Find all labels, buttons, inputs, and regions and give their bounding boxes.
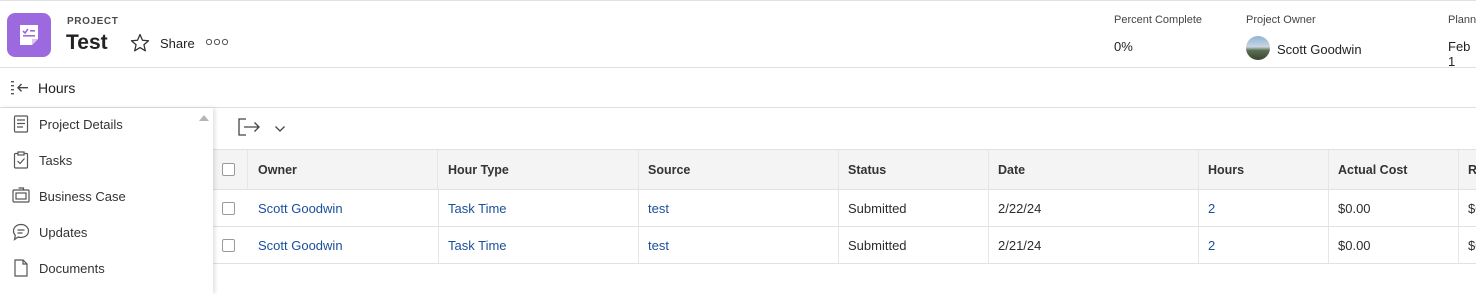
status-cell: Submitted xyxy=(838,227,989,263)
project-header: PROJECT Test Share Percent Complete 0% P… xyxy=(0,0,1476,69)
extra-cost-cell: $0 xyxy=(1468,237,1476,253)
source-cell: test xyxy=(638,227,839,263)
hours-link[interactable]: 2 xyxy=(1208,238,1215,253)
select-all-cell xyxy=(213,150,248,189)
project-icon xyxy=(7,13,51,57)
chat-bubble-icon xyxy=(11,222,31,242)
sidebar-item-updates[interactable]: Updates xyxy=(0,216,200,248)
project-owner-field: Project Owner Scott Goodwin xyxy=(1246,14,1362,60)
project-kicker: PROJECT xyxy=(67,16,119,27)
avatar xyxy=(1246,36,1270,60)
page-title: Test xyxy=(66,31,108,54)
row-checkbox[interactable] xyxy=(222,201,235,215)
sidebar-item-tasks[interactable]: Tasks xyxy=(0,144,200,176)
sidebar-item-label: Updates xyxy=(39,224,88,240)
column-header-status[interactable]: Status xyxy=(838,150,989,189)
source-link[interactable]: test xyxy=(648,238,669,253)
status-cell: Submitted xyxy=(838,190,989,226)
hour-type-link[interactable]: Task Time xyxy=(448,201,507,216)
sidebar-item-label: Business Case xyxy=(39,188,126,204)
column-header-re[interactable]: Re xyxy=(1458,150,1476,189)
business-case-icon xyxy=(11,186,31,206)
row-checkbox[interactable] xyxy=(222,238,235,252)
section-bar: Hours xyxy=(0,68,1476,108)
hour-type-link[interactable]: Task Time xyxy=(448,238,507,253)
project-owner-value[interactable]: Scott Goodwin xyxy=(1277,42,1362,57)
date-cell: 2/21/24 xyxy=(988,227,1199,263)
actual-cost-cell: $0.00 xyxy=(1328,227,1459,263)
select-all-checkbox[interactable] xyxy=(222,163,235,176)
owner-cell: Scott Goodwin xyxy=(248,227,439,263)
column-header-date[interactable]: Date xyxy=(988,150,1199,189)
sidebar-item-label: Tasks xyxy=(39,152,73,168)
clipboard-check-icon xyxy=(11,150,31,170)
owner-link[interactable]: Scott Goodwin xyxy=(258,238,343,253)
hours-table: Owner Hour Type Source Status Date Hours… xyxy=(213,149,1476,264)
project-owner-label: Project Owner xyxy=(1246,14,1316,26)
column-header-hours[interactable]: Hours xyxy=(1198,150,1329,189)
sidebar-item-label: Project Details xyxy=(39,116,123,132)
extra-cost-cell: $0 xyxy=(1468,200,1476,216)
actual-cost-cell: $0.00 xyxy=(1328,190,1459,226)
favorite-star-icon[interactable] xyxy=(128,31,152,55)
sidebar: Project Details Tasks Business Case Upda… xyxy=(0,108,213,294)
collapse-sidebar-icon[interactable] xyxy=(10,79,30,97)
export-icon[interactable] xyxy=(237,117,261,137)
percent-complete-field: Percent Complete 0% xyxy=(1114,14,1202,54)
hour-type-cell: Task Time xyxy=(438,190,639,226)
document-list-icon xyxy=(11,114,31,134)
table-row[interactable]: Scott Goodwin Task Time test Submitted 2… xyxy=(213,227,1476,264)
percent-complete-value: 0% xyxy=(1114,39,1133,54)
owner-link[interactable]: Scott Goodwin xyxy=(258,201,343,216)
section-title: Hours xyxy=(38,80,76,96)
hour-type-cell: Task Time xyxy=(438,227,639,263)
sidebar-item-documents[interactable]: Documents xyxy=(0,252,200,284)
hours-link[interactable]: 2 xyxy=(1208,201,1215,216)
planned-date-value: Feb 1 xyxy=(1448,39,1471,69)
share-button[interactable]: Share xyxy=(160,36,195,51)
date-cell: 2/22/24 xyxy=(988,190,1199,226)
column-header-source[interactable]: Source xyxy=(638,150,839,189)
sidebar-item-project-details[interactable]: Project Details xyxy=(0,108,200,140)
table-row[interactable]: Scott Goodwin Task Time test Submitted 2… xyxy=(213,190,1476,227)
hours-cell: 2 xyxy=(1198,190,1329,226)
source-cell: test xyxy=(638,190,839,226)
source-link[interactable]: test xyxy=(648,201,669,216)
scroll-up-icon[interactable] xyxy=(199,115,209,121)
planned-date-label: Plann xyxy=(1448,14,1476,26)
document-icon xyxy=(11,258,31,278)
column-header-actual-cost[interactable]: Actual Cost xyxy=(1328,150,1459,189)
table-header: Owner Hour Type Source Status Date Hours… xyxy=(213,149,1476,190)
column-header-owner[interactable]: Owner xyxy=(248,150,438,189)
sidebar-item-label: Documents xyxy=(39,260,105,276)
more-options-icon[interactable] xyxy=(205,34,229,50)
percent-complete-label: Percent Complete xyxy=(1114,14,1203,26)
planned-date-field: Plann Feb 1 xyxy=(1448,14,1476,69)
chevron-down-icon[interactable] xyxy=(273,122,287,136)
column-header-hour-type[interactable]: Hour Type xyxy=(438,150,639,189)
owner-cell: Scott Goodwin xyxy=(248,190,439,226)
sidebar-item-business-case[interactable]: Business Case xyxy=(0,180,200,212)
hours-cell: 2 xyxy=(1198,227,1329,263)
